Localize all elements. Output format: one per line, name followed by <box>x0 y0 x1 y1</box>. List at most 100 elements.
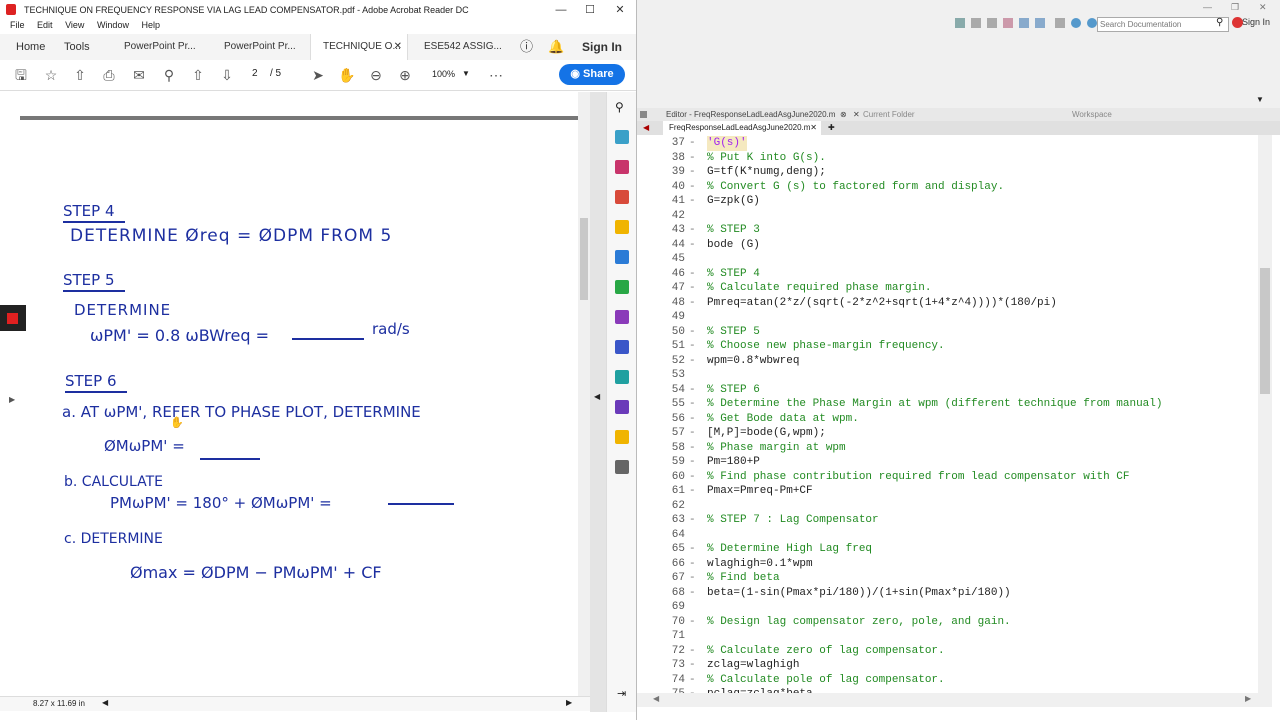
enhance-scan-icon[interactable] <box>615 370 629 384</box>
code-line[interactable]: 69 <box>637 600 1257 615</box>
chevron-down-icon[interactable]: ▼ <box>462 69 470 78</box>
code-line[interactable]: 55-% Determine the Phase Margin at wpm (… <box>637 397 1257 412</box>
code-line[interactable]: 53 <box>637 368 1257 383</box>
code-line[interactable]: 48- Pmreq=atan(2*z/(sqrt(-2*z^2+sqrt(1+4*… <box>637 296 1257 311</box>
code-line[interactable]: 67-% Find beta <box>637 571 1257 586</box>
editor-horizontal-scrollbar[interactable]: ◀ ▶ <box>637 693 1272 707</box>
expand-left-icon[interactable]: ▶ <box>9 395 15 404</box>
code-editor[interactable]: 37- 'G(s)' 38-% Put K into G(s). 39- G=tf(K*… <box>637 135 1258 693</box>
editor-menu-icon[interactable]: ⊗ <box>840 108 847 121</box>
code-line[interactable]: 58-% Phase margin at wpm <box>637 441 1257 456</box>
search-icon[interactable]: ⚲ <box>160 66 178 84</box>
vertical-scrollbar[interactable] <box>578 92 590 696</box>
edit-pdf-icon[interactable] <box>615 280 629 294</box>
upload-icon[interactable]: ⇧ <box>71 66 89 84</box>
code-line[interactable]: 38-% Put K into G(s). <box>637 151 1257 166</box>
code-line[interactable]: 64 <box>637 528 1257 543</box>
quick-switch-icon[interactable] <box>1055 18 1065 28</box>
workspace-tab[interactable]: Workspace <box>1072 108 1112 121</box>
combine-files-icon[interactable] <box>615 160 629 174</box>
zoom-in-icon[interactable]: ⊕ <box>396 66 414 84</box>
code-line[interactable]: 56-% Get Bode data at wpm. <box>637 412 1257 427</box>
toolstrip-expand-icon[interactable]: ▼ <box>1256 95 1264 104</box>
code-line[interactable]: 51-% Choose new phase-margin frequency. <box>637 339 1257 354</box>
editor-hscroll-left-icon[interactable]: ◀ <box>653 694 659 703</box>
scrollbar-thumb[interactable] <box>580 218 588 300</box>
hand-tool-icon[interactable]: ✋ <box>338 66 356 84</box>
new-tab-button[interactable]: ✚ <box>828 121 835 135</box>
tab-powerpoint-2[interactable]: PowerPoint Pr... <box>224 34 296 60</box>
scroll-left-icon[interactable]: ◀ <box>102 698 108 707</box>
close-tab-icon[interactable]: ✕ <box>394 34 402 60</box>
fill-sign-icon[interactable] <box>615 310 629 324</box>
code-line[interactable]: 74-% Calculate pole of lag compensator. <box>637 673 1257 688</box>
zoom-search-icon[interactable]: ⚲ <box>615 100 629 114</box>
menu-edit[interactable]: Edit <box>37 20 53 30</box>
help-icon[interactable]: ⓘ <box>520 34 533 60</box>
file-tab[interactable]: FreqResponseLadLeadAsgJune2020.m ✕ <box>663 121 821 135</box>
save-icon[interactable]: 🖫 <box>12 66 30 84</box>
code-line[interactable]: 43-% STEP 3 <box>637 223 1257 238</box>
code-line[interactable]: 40-% Convert G (s) to factored form and … <box>637 180 1257 195</box>
code-line[interactable]: 68- beta=(1-sin(Pmax*pi/180))/(1+sin(Pmax… <box>637 586 1257 601</box>
code-line[interactable]: 44- bode (G) <box>637 238 1257 253</box>
quick-redo-icon[interactable] <box>1035 18 1045 28</box>
sign-icon[interactable] <box>615 400 629 414</box>
editor-scroll-left-icon[interactable]: ◀ <box>643 121 649 135</box>
quick-copy-icon[interactable] <box>987 18 997 28</box>
sign-in-link[interactable]: Sign In <box>582 34 622 60</box>
email-icon[interactable]: ✉ <box>130 66 148 84</box>
zoom-out-icon[interactable]: ⊖ <box>367 66 385 84</box>
menu-file[interactable]: File <box>10 20 25 30</box>
more-icon[interactable]: ⋯ <box>487 66 505 84</box>
code-line[interactable]: 46-% STEP 4 <box>637 267 1257 282</box>
print-icon[interactable]: ⎙ <box>100 66 118 84</box>
quick-save-icon[interactable] <box>955 18 965 28</box>
tab-powerpoint-1[interactable]: PowerPoint Pr... <box>124 34 196 60</box>
share-button[interactable]: ◉ Share <box>559 64 625 85</box>
menu-window[interactable]: Window <box>97 20 129 30</box>
tab-technique[interactable]: TECHNIQUE O... ✕ <box>310 34 408 60</box>
code-line[interactable]: 60-% Find phase contribution required fr… <box>637 470 1257 485</box>
zoom-level-dropdown[interactable]: 100% <box>432 69 455 79</box>
code-line[interactable]: 62 <box>637 499 1257 514</box>
code-line[interactable]: 50-% STEP 5 <box>637 325 1257 340</box>
more-tools-icon[interactable] <box>615 460 629 474</box>
code-line[interactable]: 70-% Design lag compensator zero, pole, … <box>637 615 1257 630</box>
quick-undo-icon[interactable] <box>1019 18 1029 28</box>
quick-cut-icon[interactable] <box>971 18 981 28</box>
matlab-restore-button[interactable]: ❐ <box>1231 2 1239 13</box>
page-up-icon[interactable]: ⇧ <box>189 66 207 84</box>
expand-panel-icon[interactable]: ⇥ <box>617 687 626 700</box>
code-line[interactable]: 71 <box>637 629 1257 644</box>
code-line[interactable]: 73- zclag=wlaghigh <box>637 658 1257 673</box>
collapse-left-icon[interactable]: ◀ <box>594 392 600 401</box>
quick-paste-icon[interactable] <box>1003 18 1013 28</box>
tab-tools[interactable]: Tools <box>64 34 90 60</box>
minimize-button[interactable]: — <box>546 0 576 20</box>
bell-icon[interactable]: 🔔 <box>548 34 564 60</box>
matlab-search-icon[interactable]: ⚲ <box>1216 17 1223 28</box>
matlab-minimize-button[interactable]: — <box>1203 2 1212 12</box>
page-down-icon[interactable]: ⇩ <box>218 66 236 84</box>
menu-view[interactable]: View <box>65 20 84 30</box>
comment-icon[interactable] <box>615 220 629 234</box>
code-line[interactable]: 65-% Determine High Lag freq <box>637 542 1257 557</box>
code-line[interactable]: 39- G=tf(K*numg,deng); <box>637 165 1257 180</box>
code-line[interactable]: 47-% Calculate required phase margin. <box>637 281 1257 296</box>
code-line[interactable]: 42 <box>637 209 1257 224</box>
code-line[interactable]: 57- [M,P]=bode(G,wpm); <box>637 426 1257 441</box>
code-line[interactable]: 72-% Calculate zero of lag compensator. <box>637 644 1257 659</box>
scroll-right-icon[interactable]: ▶ <box>566 698 572 707</box>
code-line[interactable]: 49 <box>637 310 1257 325</box>
editor-vertical-scrollbar[interactable] <box>1258 135 1272 693</box>
create-pdf-icon[interactable] <box>615 130 629 144</box>
tab-home[interactable]: Home <box>16 34 45 60</box>
export-pdf-icon[interactable] <box>615 190 629 204</box>
search-documentation-input[interactable]: Search Documentation <box>1097 17 1229 32</box>
editor-scrollbar-thumb[interactable] <box>1260 268 1270 394</box>
quick-help-icon[interactable] <box>1071 18 1081 28</box>
maximize-button[interactable]: ☐ <box>575 0 605 20</box>
file-tab-close-icon[interactable]: ✕ <box>810 121 817 135</box>
menu-help[interactable]: Help <box>141 20 160 30</box>
